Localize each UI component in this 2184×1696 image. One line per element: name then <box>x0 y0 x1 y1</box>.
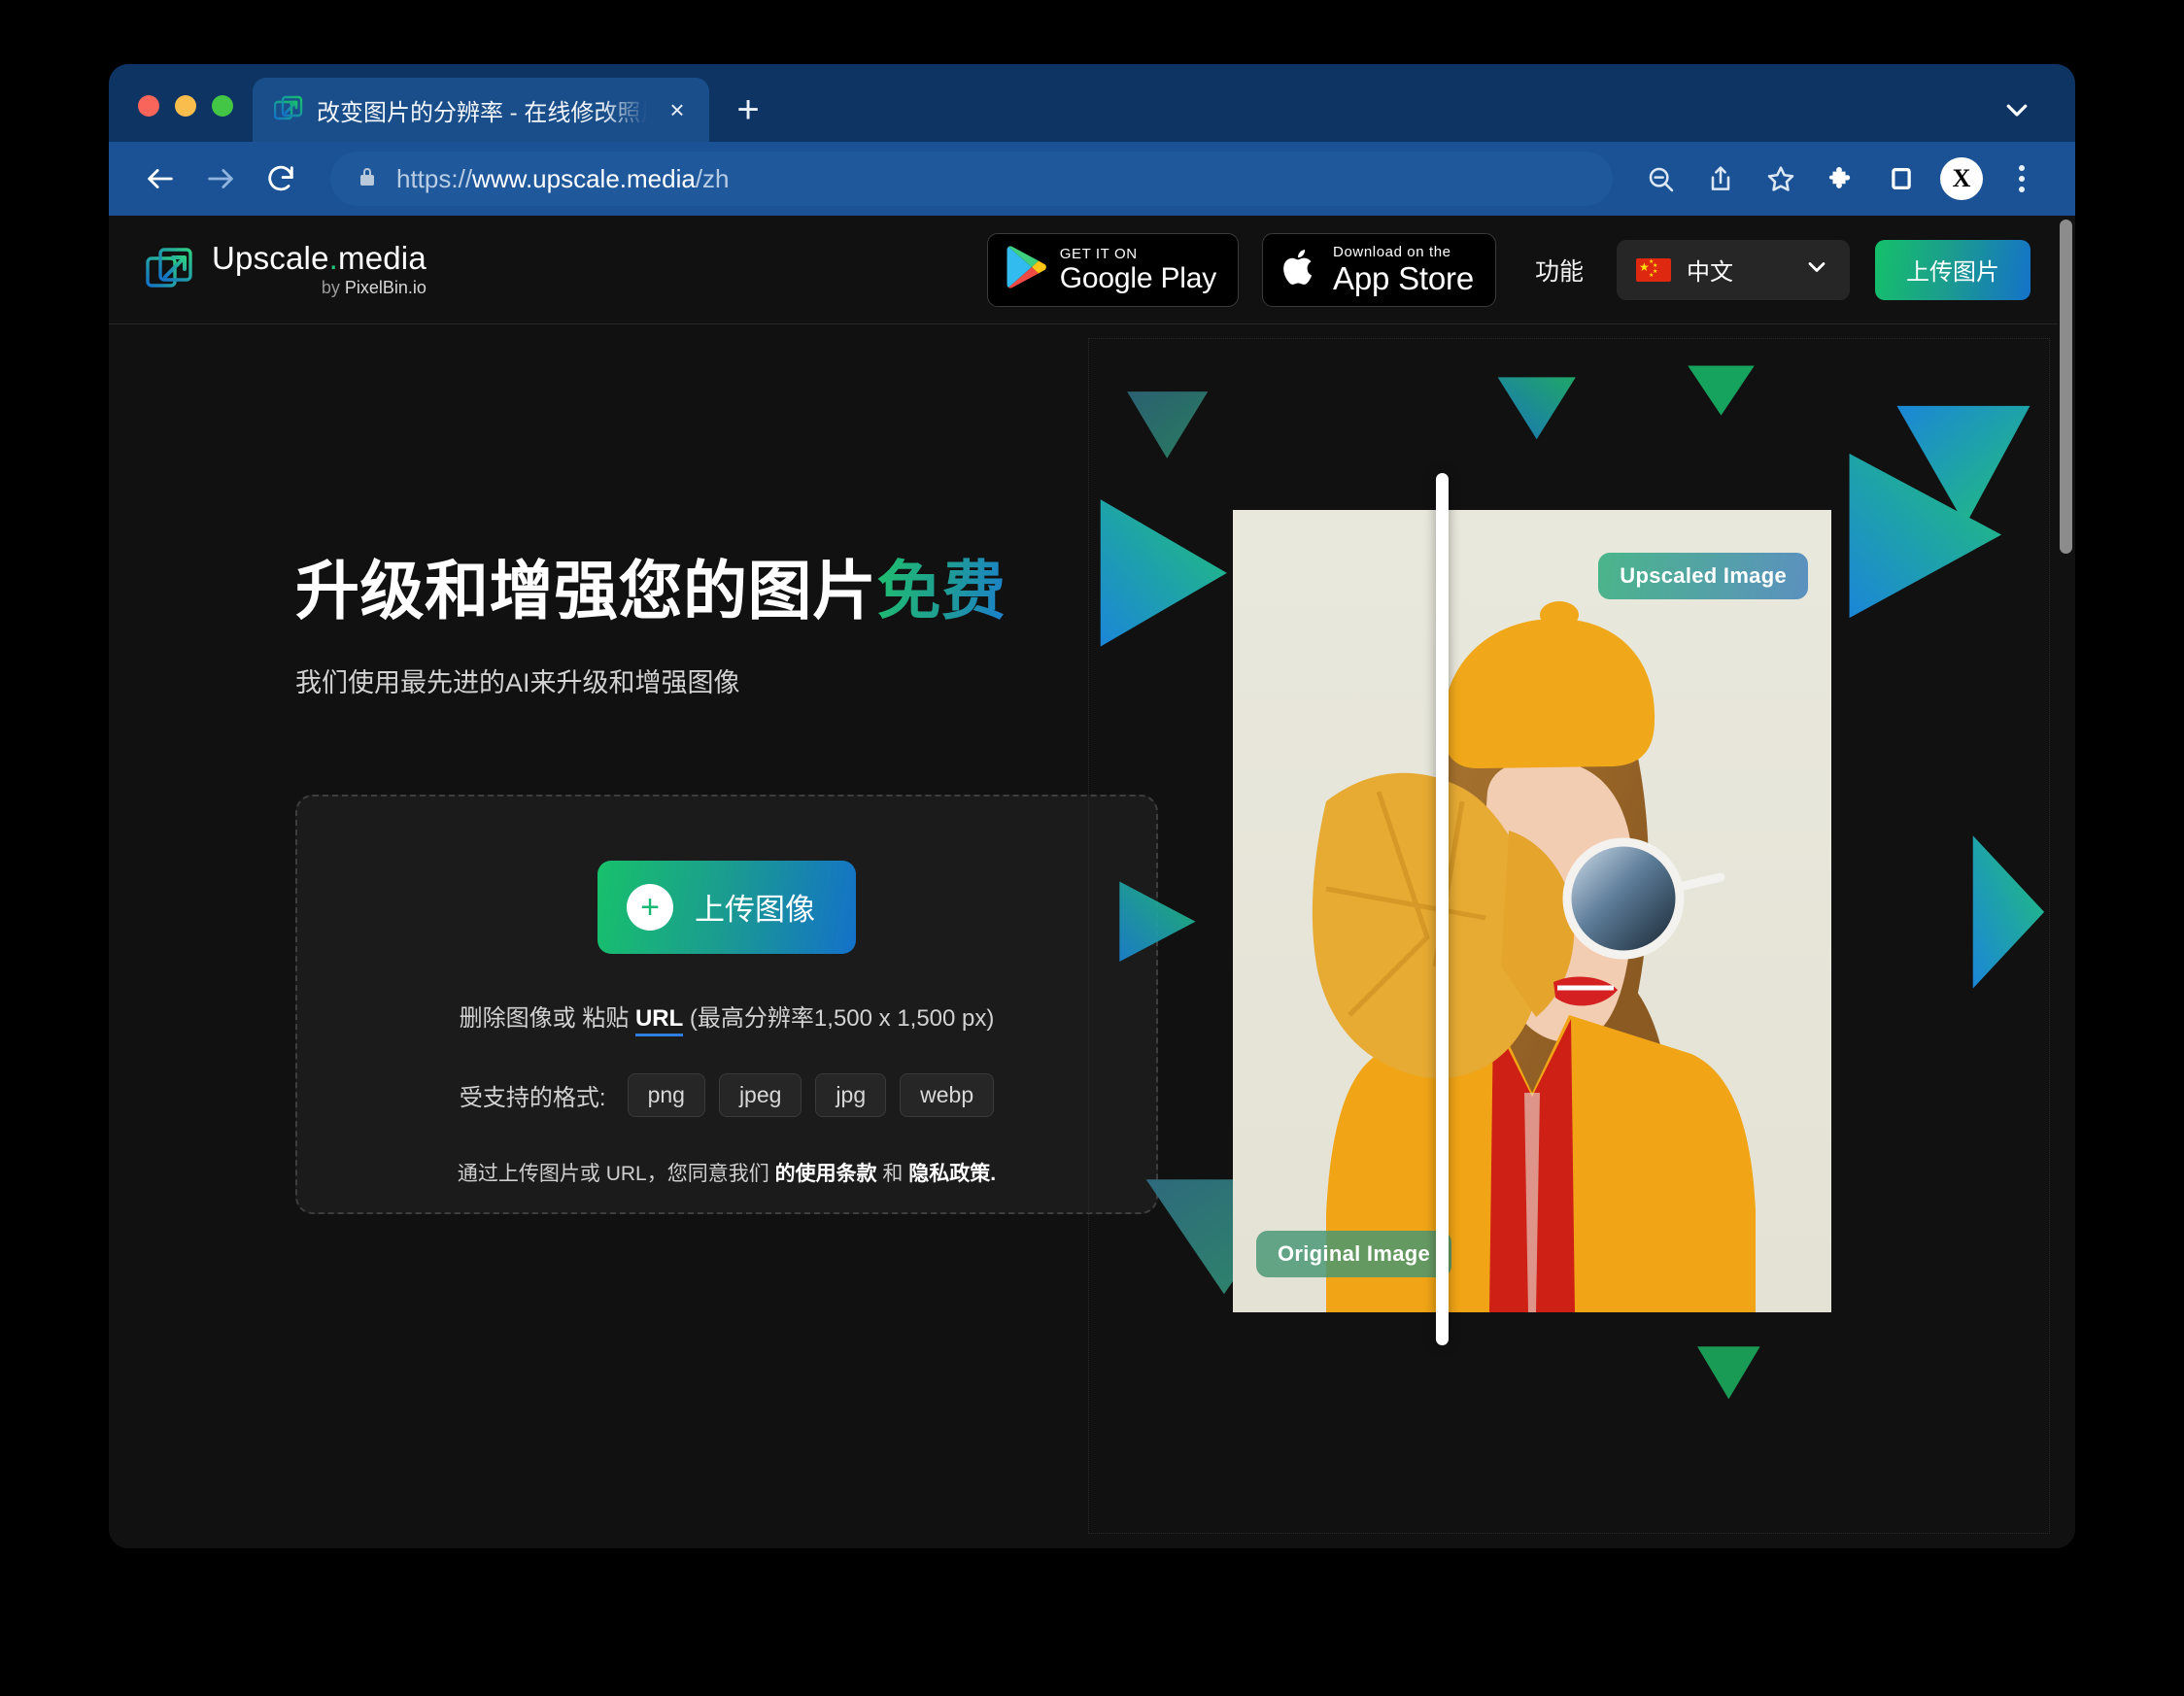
profile-initial: X <box>1940 157 1983 200</box>
terms-text: 通过上传图片或 URL，您同意我们 的使用条款 和 隐私政策. <box>458 1158 996 1187</box>
close-window-button[interactable] <box>138 95 159 117</box>
google-play-text: GET IT ON Google Play <box>1060 247 1216 293</box>
comparison-slider-handle[interactable] <box>1436 473 1449 1345</box>
brand-byline: by PixelBin.io <box>321 277 427 297</box>
url-scheme: https:// <box>396 163 473 193</box>
tab-strip: 改变图片的分辨率 - 在线修改照片 × + <box>109 64 2075 142</box>
url-host: www.upscale.media <box>472 163 696 193</box>
hero-section: 升级和增强您的图片免费 我们使用最先进的AI来升级和增强图像 + 上传图像 删除… <box>109 324 2075 1547</box>
brand-dot: . <box>328 240 338 277</box>
format-chip: jpeg <box>718 1072 802 1117</box>
puzzle-icon[interactable] <box>1813 151 1869 207</box>
terms-middle: 和 <box>876 1162 909 1185</box>
url-path: /zh <box>695 163 730 193</box>
window-controls <box>109 95 253 142</box>
format-chip: png <box>627 1072 705 1117</box>
supported-formats: 受支持的格式: png jpeg jpg webp <box>459 1072 995 1117</box>
lock-icon <box>356 165 379 193</box>
terms-of-use-link[interactable]: 的使用条款 <box>775 1163 877 1185</box>
header-upload-button[interactable]: 上传图片 <box>1875 239 2030 300</box>
kebab-menu-icon[interactable] <box>1994 151 2050 207</box>
terms-prefix: 通过上传图片或 URL，您同意我们 <box>457 1162 775 1185</box>
page-scrollbar[interactable] <box>2058 216 2075 1548</box>
minimize-window-button[interactable] <box>175 95 196 117</box>
formats-label: 受支持的格式: <box>459 1084 606 1111</box>
address-bar[interactable]: https://www.upscale.media/zh <box>330 152 1613 206</box>
upscale-logo-icon <box>146 246 194 294</box>
upload-image-label: 上传图像 <box>695 893 815 928</box>
site-header: Upscale.media by PixelBin.io GET IT ON G… <box>109 216 2075 324</box>
page-title-accent: 免费 <box>876 555 1007 627</box>
nav-features-link[interactable]: 功能 <box>1535 253 1584 288</box>
app-store-small: Download on the <box>1333 244 1451 260</box>
brand-logo-link[interactable]: Upscale.media by PixelBin.io <box>146 241 427 298</box>
browser-window: 改变图片的分辨率 - 在线修改照片 × + https://www.upscal… <box>109 64 2075 1548</box>
page-subtitle: 我们使用最先进的AI来升级和增强图像 <box>295 667 740 697</box>
google-play-big: Google Play <box>1059 261 1217 294</box>
google-play-icon <box>1006 245 1046 294</box>
browser-toolbar: https://www.upscale.media/zh X <box>109 142 2075 216</box>
avatar[interactable]: X <box>1933 151 1990 207</box>
brand-text: Upscale.media by PixelBin.io <box>212 241 427 298</box>
page-viewport: Upscale.media by PixelBin.io GET IT ON G… <box>109 216 2075 1548</box>
hint-prefix: 删除图像或 粘贴 <box>459 1004 635 1032</box>
format-chip: jpg <box>815 1072 887 1117</box>
address-bar-url: https://www.upscale.media/zh <box>396 164 730 194</box>
apple-icon <box>1280 244 1319 295</box>
close-tab-button[interactable]: × <box>661 93 694 126</box>
chevron-down-icon[interactable] <box>1986 78 2048 142</box>
upload-image-button[interactable]: + 上传图像 <box>597 860 856 954</box>
google-play-badge[interactable]: GET IT ON Google Play <box>986 232 1240 307</box>
paste-url-link[interactable]: URL <box>634 1004 684 1036</box>
upload-dropzone[interactable]: + 上传图像 删除图像或 粘贴 URL (最高分辨率1,500 x 1,500 … <box>295 794 1158 1214</box>
sidebar-icon[interactable] <box>1873 151 1929 207</box>
language-value: 中文 <box>1687 259 1733 286</box>
tab-title: 改变图片的分辨率 - 在线修改照片 <box>317 99 647 126</box>
app-store-badge[interactable]: Download on the App Store <box>1262 232 1496 307</box>
language-selector[interactable]: ★ ★ ★ ★ ★ 中文 <box>1617 239 1850 300</box>
google-play-small: GET IT ON <box>1059 245 1138 262</box>
plus-icon: + <box>627 883 673 931</box>
maximize-window-button[interactable] <box>212 95 233 117</box>
comparison-photo: Upscaled Image Original Image <box>1233 510 1831 1312</box>
hero-left-column: 升级和增强您的图片免费 我们使用最先进的AI来升级和增强图像 + 上传图像 删除… <box>109 324 1158 1547</box>
chevron-down-icon <box>1803 254 1830 286</box>
page-title: 升级和增强您的图片免费 <box>295 554 1088 628</box>
app-store-text: Download on the App Store <box>1333 245 1474 294</box>
format-chip: webp <box>900 1072 995 1117</box>
china-flag-icon: ★ ★ ★ ★ ★ <box>1636 257 1671 282</box>
new-tab-button[interactable]: + <box>717 78 779 142</box>
back-arrow-icon[interactable] <box>132 151 188 207</box>
share-icon[interactable] <box>1692 151 1749 207</box>
brand-name: Upscale.media <box>212 240 427 277</box>
reload-icon[interactable] <box>253 151 309 207</box>
original-image-badge: Original Image <box>1256 1231 1452 1277</box>
scrollbar-thumb[interactable] <box>2060 220 2072 554</box>
upscaled-image-badge: Upscaled Image <box>1598 553 1808 599</box>
app-store-big: App Store <box>1333 260 1474 296</box>
paste-url-hint: 删除图像或 粘贴 URL (最高分辨率1,500 x 1,500 px) <box>459 999 995 1036</box>
hero-illustration: Upscaled Image Original Image <box>1088 338 2050 1534</box>
photo-subject <box>1312 601 1756 1312</box>
privacy-policy-link[interactable]: 隐私政策. <box>908 1163 996 1185</box>
zoom-out-icon[interactable] <box>1632 151 1689 207</box>
star-icon[interactable] <box>1753 151 1809 207</box>
forward-arrow-icon[interactable] <box>192 151 249 207</box>
upscale-logo-icon <box>273 95 303 124</box>
hint-suffix: (最高分辨率1,500 x 1,500 px) <box>683 1004 995 1032</box>
store-badges: GET IT ON Google Play Download on the Ap… <box>986 232 1496 307</box>
page-title-main: 升级和增强您的图片 <box>295 555 877 627</box>
browser-tab[interactable]: 改变图片的分辨率 - 在线修改照片 × <box>253 78 709 142</box>
